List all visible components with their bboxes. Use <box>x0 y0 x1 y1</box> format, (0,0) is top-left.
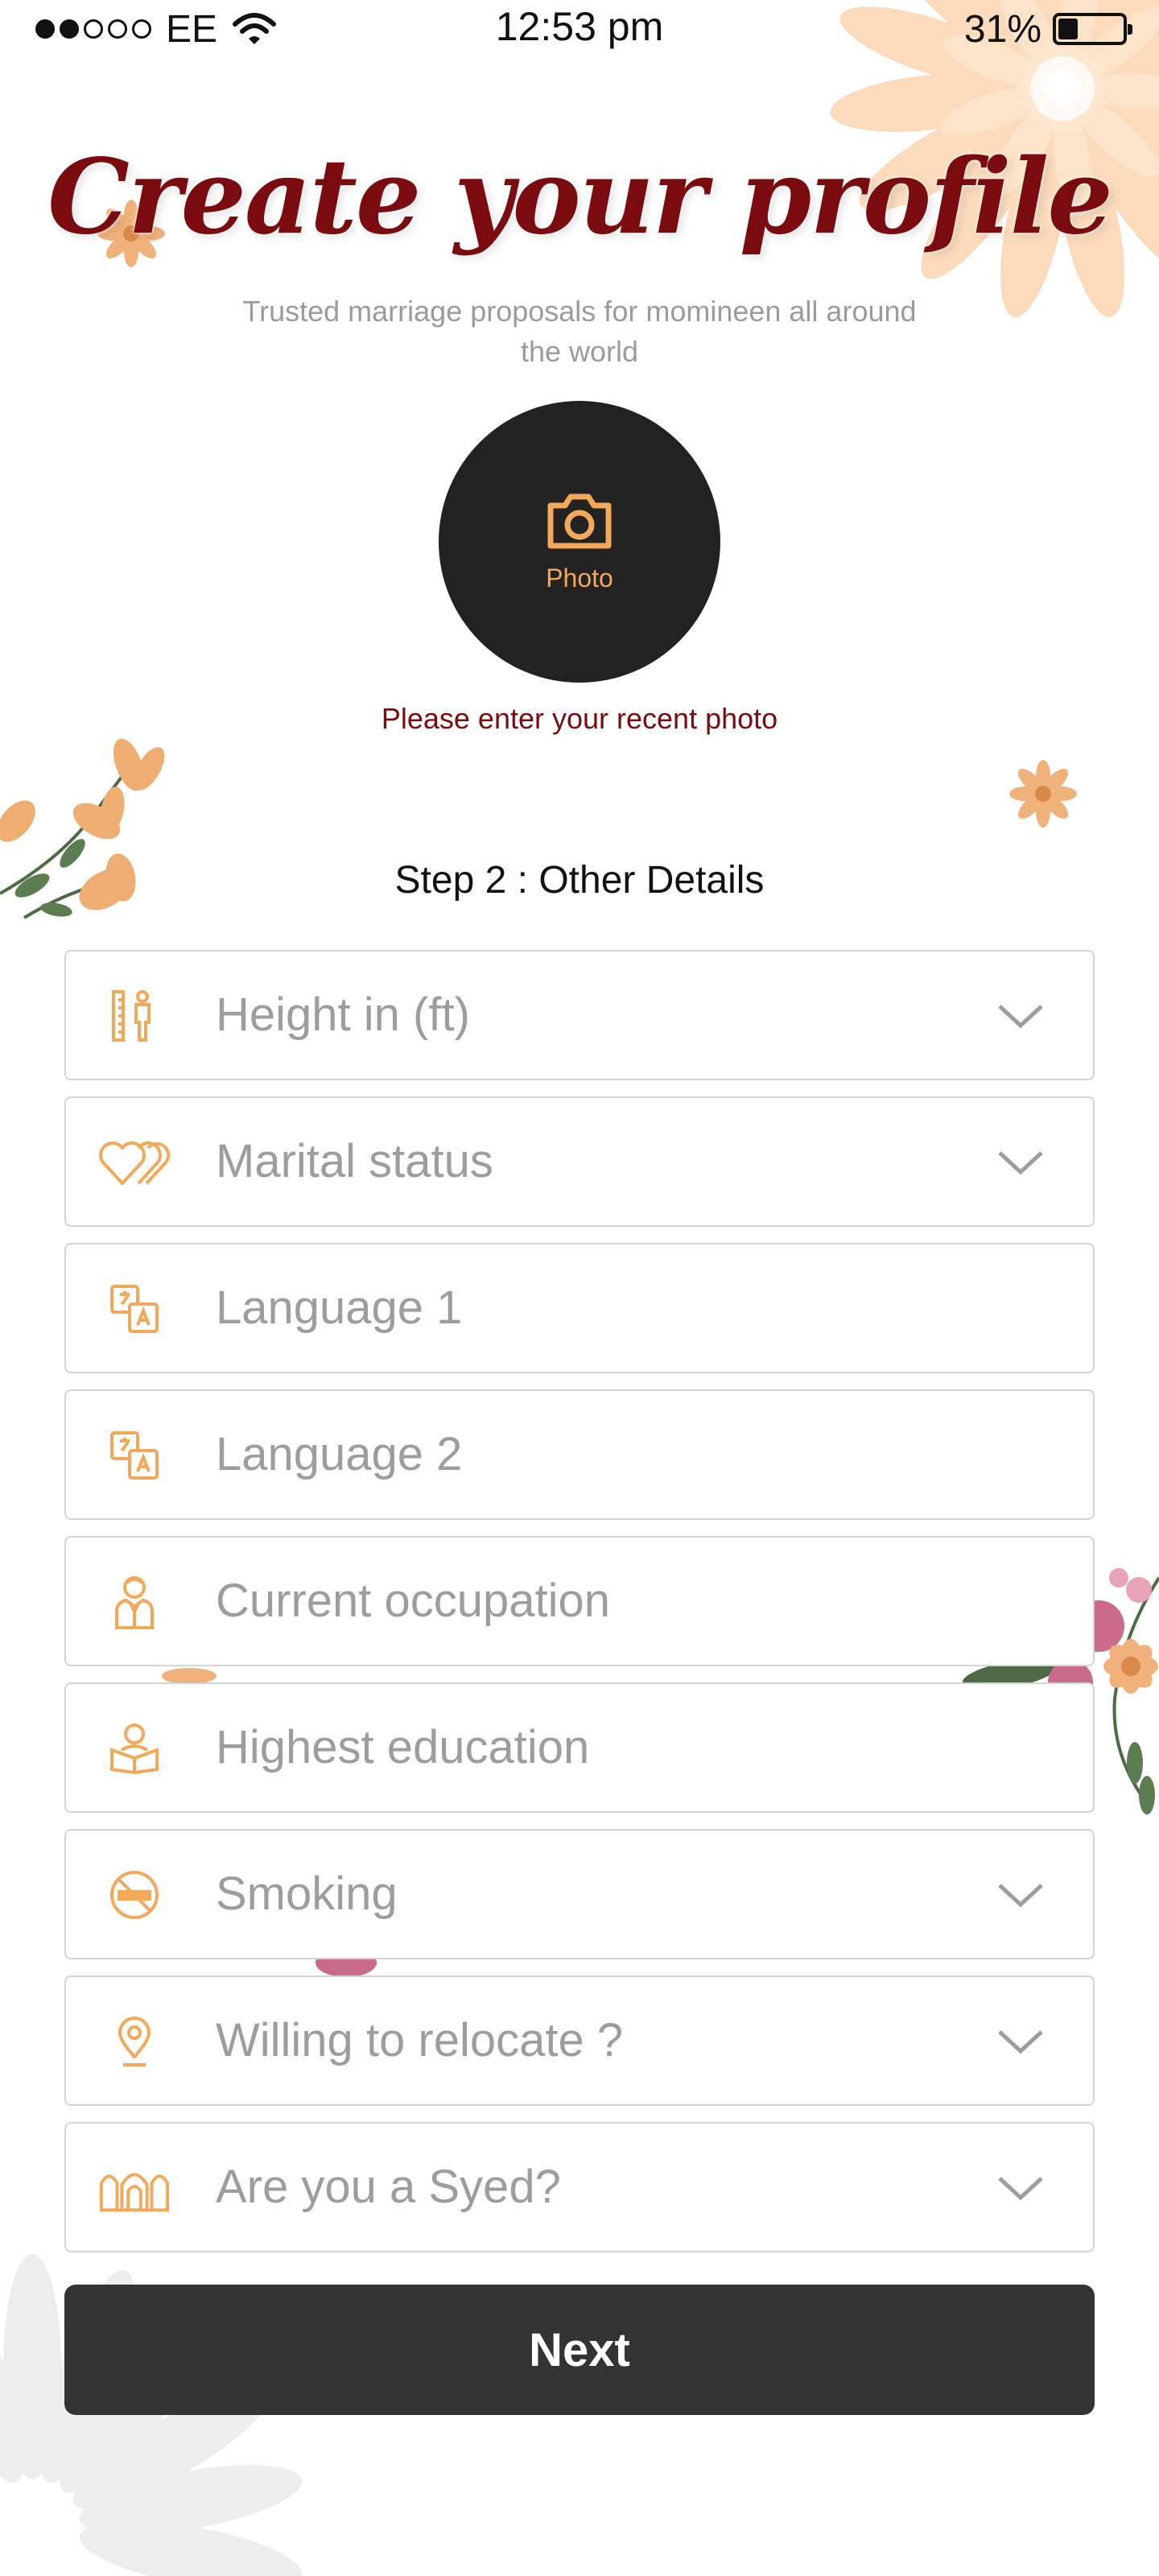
shrine-icon <box>98 2156 171 2220</box>
height-dropdown[interactable]: Height in (ft) <box>64 950 1095 1080</box>
page-title: Create your profile <box>47 137 1113 258</box>
status-bar: EE 12:53 pm 31% <box>0 0 1159 56</box>
battery-icon <box>1053 13 1132 45</box>
current-occupation-label: Current occupation <box>216 1575 611 1627</box>
battery-percentage: 31% <box>963 7 1041 51</box>
photo-upload-button[interactable]: Photo <box>439 401 720 683</box>
willing-to-relocate-label: Willing to relocate ? <box>216 2014 624 2066</box>
marital-status-label: Marital status <box>216 1135 493 1187</box>
page-subtitle: Trusted marriage proposals for momineen … <box>242 295 917 368</box>
chevron-down-icon <box>998 1005 1043 1029</box>
chevron-down-icon <box>998 1151 1043 1175</box>
step-title: Step 2 : Other Details <box>394 859 765 902</box>
willing-to-relocate-dropdown[interactable]: Willing to relocate ? <box>64 1975 1095 2106</box>
height-icon <box>98 984 171 1048</box>
highest-education-label: Highest education <box>216 1721 590 1773</box>
chevron-down-icon <box>998 2030 1043 2054</box>
translate-icon <box>98 1277 171 1341</box>
camera-icon <box>547 493 612 548</box>
occupation-icon <box>98 1570 171 1634</box>
decorative-petal-behind-education <box>162 1668 217 1682</box>
syed-dropdown[interactable]: Are you a Syed? <box>64 2122 1095 2252</box>
syed-label: Are you a Syed? <box>216 2161 561 2213</box>
chevron-down-icon <box>998 2177 1043 2201</box>
decorative-small-flower-right <box>1009 760 1077 828</box>
photo-hint: Please enter your recent photo <box>381 702 778 735</box>
current-occupation-input[interactable]: Current occupation <box>64 1536 1095 1666</box>
language-1-input[interactable]: Language 1 <box>64 1243 1095 1373</box>
battery-fill <box>1058 19 1079 39</box>
status-bar-right: 31% <box>963 5 1132 53</box>
smoking-dropdown[interactable]: Smoking <box>64 1829 1095 1959</box>
location-pin-icon <box>98 2009 171 2074</box>
photo-label: Photo <box>546 563 613 592</box>
chevron-down-icon <box>998 1884 1043 1908</box>
highest-education-input[interactable]: Highest education <box>64 1682 1095 1813</box>
language-1-label: Language 1 <box>216 1282 463 1334</box>
education-icon <box>98 1716 171 1781</box>
hearts-icon <box>98 1130 171 1195</box>
language-2-label: Language 2 <box>216 1428 463 1480</box>
next-button[interactable]: Next <box>64 2285 1095 2415</box>
language-2-input[interactable]: Language 2 <box>64 1389 1095 1520</box>
smoking-label: Smoking <box>216 1868 398 1920</box>
no-smoking-icon <box>98 1863 171 1927</box>
height-label: Height in (ft) <box>216 989 470 1041</box>
marital-status-dropdown[interactable]: Marital status <box>64 1096 1095 1227</box>
translate-icon <box>98 1423 171 1488</box>
